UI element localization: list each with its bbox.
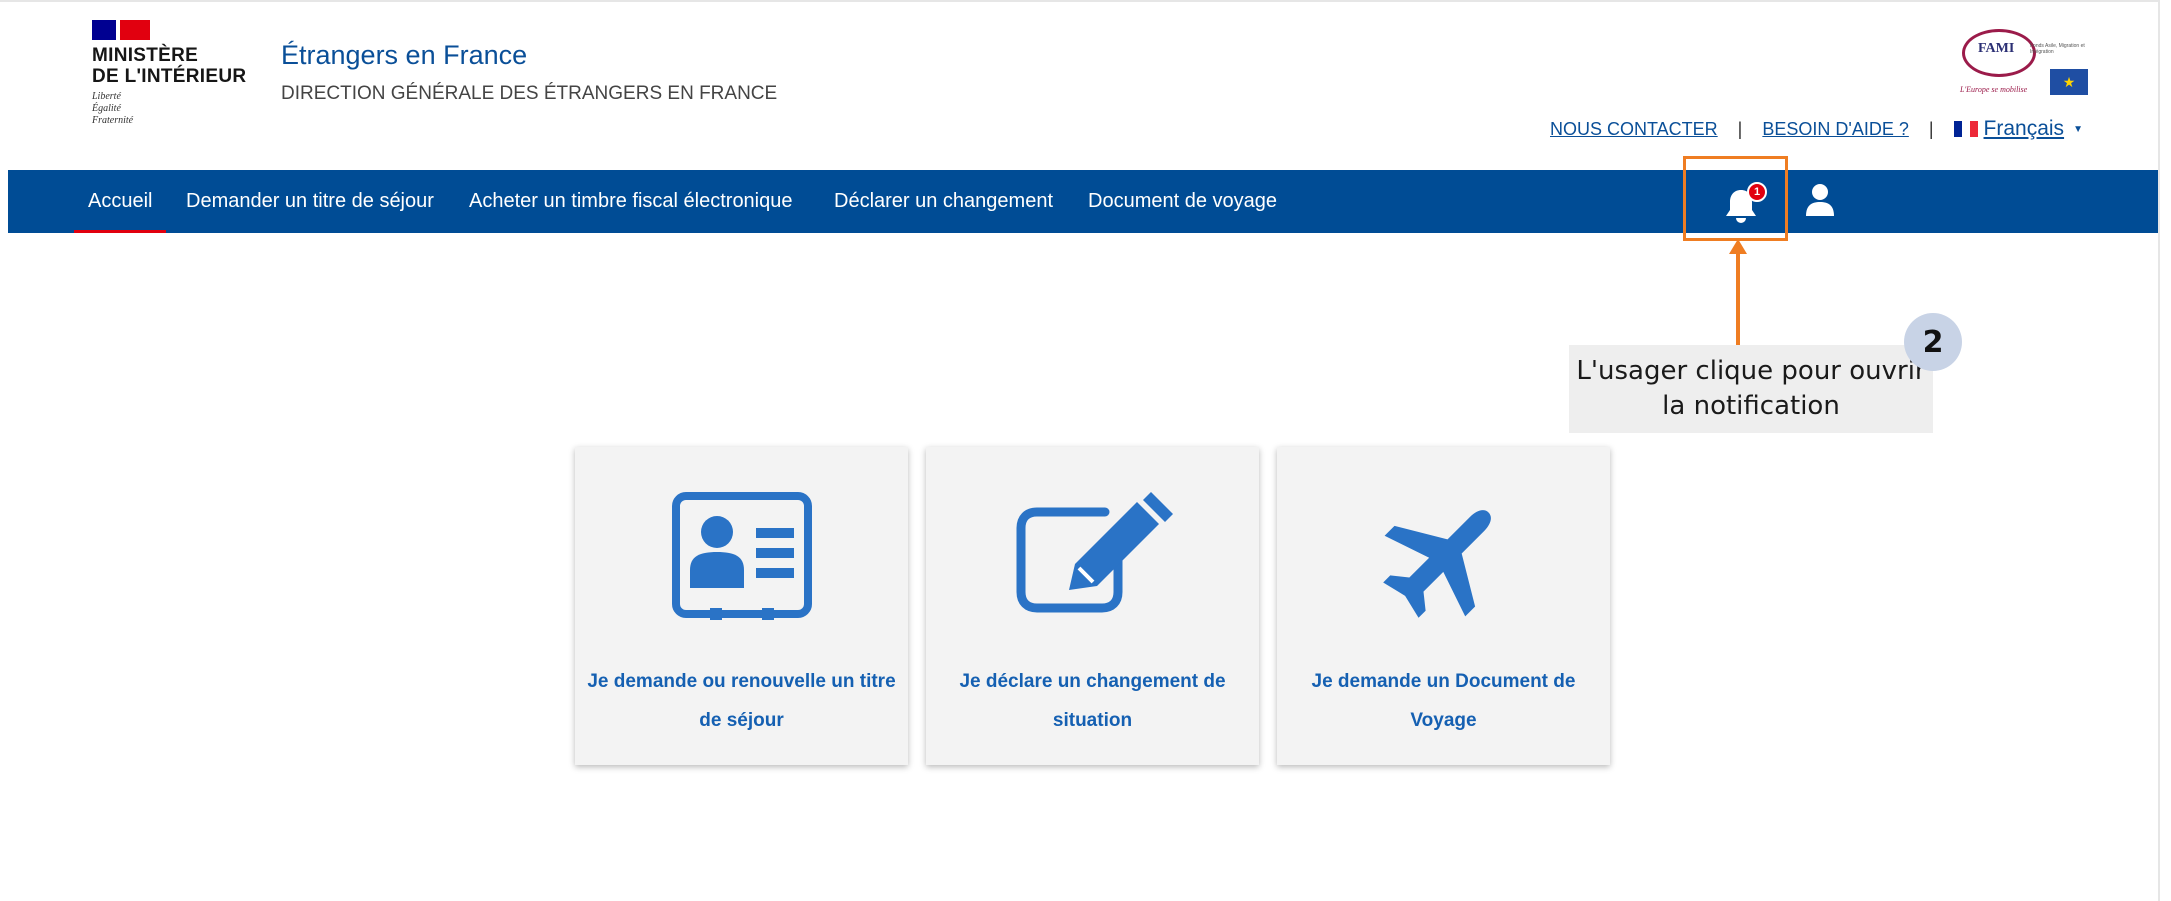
republic-motto: Liberté Égalité Fraternité <box>92 91 134 126</box>
nav-item-timbre-fiscal[interactable]: Acheter un timbre fiscal électronique <box>469 170 793 233</box>
card-changement[interactable]: Je déclare un changement de situation <box>926 447 1259 765</box>
link-separator: | <box>1928 118 1934 139</box>
main-navbar: Accueil Demander un titre de séjour Ache… <box>8 170 2158 233</box>
card-titre-sejour[interactable]: Je demande ou renouvelle un titre de séj… <box>575 447 908 765</box>
card-document-voyage[interactable]: Je demande un Document de Voyage <box>1277 447 1610 765</box>
link-separator: | <box>1737 118 1743 139</box>
card-label: Je demande un Document de Voyage <box>1311 671 1576 731</box>
page-top-border <box>0 0 2160 2</box>
card-label: Je déclare un changement de situation <box>959 671 1226 731</box>
contact-link[interactable]: NOUS CONTACTER <box>1550 119 1718 140</box>
airplane-icon <box>1379 492 1509 627</box>
nav-item-accueil[interactable]: Accueil <box>73 170 168 233</box>
eu-flag-icon: ★ <box>2050 69 2088 95</box>
annotation-arrow <box>1736 250 1740 345</box>
nav-item-titre-sejour[interactable]: Demander un titre de séjour <box>186 170 434 233</box>
site-subtitle: DIRECTION GÉNÉRALE DES ÉTRANGERS EN FRAN… <box>281 83 778 104</box>
site-title[interactable]: Étrangers en France <box>281 40 527 71</box>
nav-item-document-voyage[interactable]: Document de voyage <box>1088 170 1277 233</box>
id-card-icon <box>671 492 812 627</box>
ministry-logo[interactable]: MINISTÈRE DE L'INTÉRIEUR Liberté Égalité… <box>92 20 262 145</box>
bell-highlight-box <box>1683 156 1788 241</box>
top-links: NOUS CONTACTER | BESOIN D'AIDE ? | Franç… <box>1550 117 2083 141</box>
annotation-callout: L'usager clique pour ouvrir la notificat… <box>1569 345 1933 433</box>
help-link[interactable]: BESOIN D'AIDE ? <box>1762 119 1908 140</box>
card-label: Je demande ou renouvelle un titre de séj… <box>587 671 896 731</box>
ministry-name: MINISTÈRE DE L'INTÉRIEUR <box>92 45 247 87</box>
french-flag-icon <box>1953 121 1978 137</box>
nav-item-changement[interactable]: Déclarer un changement <box>834 170 1053 233</box>
marianne-flag-icon <box>92 20 262 40</box>
page-right-border <box>2158 0 2160 901</box>
fami-logo: FAMI Fonds Asile, Migration et Intégrati… <box>1958 25 2090 105</box>
language-label[interactable]: Français <box>1984 117 2065 141</box>
chevron-down-icon[interactable]: ▼ <box>2073 124 2083 135</box>
edit-icon <box>1013 492 1173 622</box>
step-number-badge: 2 <box>1904 313 1962 371</box>
language-selector[interactable]: Français ▼ <box>1953 117 2083 141</box>
user-icon[interactable] <box>1805 183 1837 219</box>
